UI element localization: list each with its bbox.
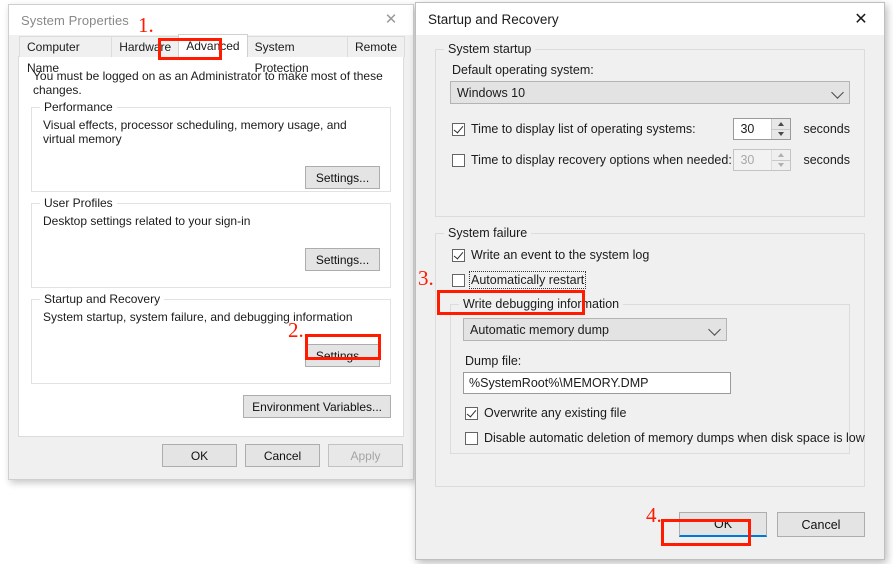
dump-file-label: Dump file: — [465, 354, 522, 368]
startup-recovery-settings-button[interactable]: Settings... — [305, 344, 380, 367]
user-profiles-description: Desktop settings related to your sign-in — [43, 214, 251, 228]
chevron-down-icon — [831, 85, 844, 99]
performance-settings-button[interactable]: Settings... — [305, 166, 380, 189]
tab-computer-name[interactable]: Computer Name — [19, 36, 113, 75]
write-event-row[interactable]: Write an event to the system log — [452, 248, 850, 262]
user-profiles-settings-button[interactable]: Settings... — [305, 248, 380, 271]
system-properties-tabstrip: Computer Name Hardware Advanced System P… — [19, 34, 405, 75]
dump-type-select[interactable]: Automatic memory dump — [463, 318, 727, 341]
system-failure-group-legend: System failure — [444, 226, 532, 240]
overwrite-existing-file-row[interactable]: Overwrite any existing file — [465, 406, 837, 420]
user-profiles-group-legend: User Profiles — [40, 196, 117, 210]
system-properties-footer: OK Cancel Apply — [9, 432, 413, 479]
time-to-display-list-label: Time to display list of operating system… — [471, 122, 696, 136]
automatically-restart-checkbox[interactable] — [452, 273, 465, 287]
tab-remote[interactable]: Remote — [346, 36, 405, 57]
system-properties-dialog: System Properties ✕ Computer Name Hardwa… — [8, 4, 414, 480]
close-icon[interactable]: ✕ — [369, 5, 413, 34]
close-icon[interactable]: ✕ — [838, 3, 884, 34]
startup-recovery-group-legend: Startup and Recovery — [40, 292, 165, 306]
time-to-display-list-units: seconds — [803, 122, 850, 136]
system-properties-ok-button[interactable]: OK — [162, 444, 237, 467]
performance-description: Visual effects, processor scheduling, me… — [43, 118, 347, 146]
tab-hardware[interactable]: Hardware — [111, 36, 180, 57]
startup-recovery-ok-button[interactable]: OK — [679, 512, 767, 537]
system-properties-title: System Properties — [21, 12, 129, 28]
system-startup-group-legend: System startup — [444, 42, 536, 56]
system-failure-group: System failure Write an event to the sys… — [435, 226, 865, 487]
time-to-display-recovery-spinner: 30 — [733, 149, 792, 171]
performance-group-legend: Performance — [40, 100, 117, 114]
write-debugging-information-legend: Write debugging information — [459, 297, 624, 311]
startup-recovery-footer: OK Cancel — [679, 512, 865, 537]
dump-type-value: Automatic memory dump — [470, 322, 609, 337]
default-os-label: Default operating system: — [452, 63, 594, 77]
system-startup-group: System startup Default operating system:… — [435, 42, 865, 217]
tab-system-protection[interactable]: System Protection — [246, 36, 348, 75]
overwrite-existing-file-checkbox[interactable] — [465, 406, 478, 420]
administrator-note: You must be logged on as an Administrato… — [33, 69, 383, 97]
automatically-restart-row[interactable]: Automatically restart — [452, 271, 850, 289]
disable-automatic-deletion-row[interactable]: Disable automatic deletion of memory dum… — [465, 431, 865, 445]
startup-recovery-title: Startup and Recovery — [428, 11, 559, 27]
startup-recovery-cancel-button[interactable]: Cancel — [777, 512, 865, 537]
system-properties-cancel-button[interactable]: Cancel — [245, 444, 320, 467]
time-to-display-list-row[interactable]: Time to display list of operating system… — [452, 118, 850, 140]
startup-recovery-body: System startup Default operating system:… — [416, 35, 884, 559]
startup-recovery-group: Startup and Recovery System startup, sys… — [31, 292, 391, 384]
time-to-display-recovery-value: 30 — [740, 153, 755, 167]
chevron-down-icon — [708, 322, 721, 336]
default-os-value: Windows 10 — [457, 85, 526, 100]
spinner-down-icon — [772, 160, 791, 170]
system-properties-body: Computer Name Hardware Advanced System P… — [9, 34, 413, 467]
advanced-tab-panel: You must be logged on as an Administrato… — [18, 56, 404, 437]
disable-automatic-deletion-checkbox[interactable] — [465, 431, 478, 445]
dump-file-value: %SystemRoot%\MEMORY.DMP — [469, 376, 649, 390]
overwrite-existing-file-label: Overwrite any existing file — [484, 406, 627, 420]
system-properties-titlebar: System Properties ✕ — [9, 5, 413, 35]
time-to-display-list-spinner[interactable]: 30 — [733, 118, 792, 140]
time-to-display-recovery-checkbox[interactable] — [452, 153, 465, 167]
write-event-to-system-log-label: Write an event to the system log — [471, 248, 650, 262]
startup-recovery-titlebar: Startup and Recovery ✕ — [416, 3, 884, 35]
spinner-arrows — [771, 150, 791, 170]
environment-variables-button[interactable]: Environment Variables... — [243, 395, 391, 418]
tab-advanced[interactable]: Advanced — [178, 34, 248, 57]
startup-recovery-description: System startup, system failure, and debu… — [43, 310, 353, 324]
dump-file-input[interactable]: %SystemRoot%\MEMORY.DMP — [463, 372, 731, 394]
time-to-display-list-value: 30 — [740, 122, 755, 136]
time-to-display-recovery-row[interactable]: Time to display recovery options when ne… — [452, 149, 850, 171]
time-to-display-recovery-label: Time to display recovery options when ne… — [471, 153, 732, 167]
write-event-to-system-log-checkbox[interactable] — [452, 248, 465, 262]
spinner-up-icon — [772, 150, 791, 161]
system-properties-apply-button: Apply — [328, 444, 403, 467]
user-profiles-group: User Profiles Desktop settings related t… — [31, 196, 391, 288]
time-to-display-recovery-units: seconds — [803, 153, 850, 167]
spinner-up-icon[interactable] — [772, 119, 791, 130]
time-to-display-list-checkbox[interactable] — [452, 122, 465, 136]
default-os-select[interactable]: Windows 10 — [450, 81, 850, 104]
disable-automatic-deletion-label: Disable automatic deletion of memory dum… — [484, 431, 865, 445]
write-debugging-information-group: Write debugging information Automatic me… — [450, 297, 865, 454]
performance-group: Performance Visual effects, processor sc… — [31, 100, 391, 192]
spinner-down-icon[interactable] — [772, 129, 791, 139]
startup-and-recovery-dialog: Startup and Recovery ✕ System startup De… — [415, 2, 885, 560]
spinner-arrows[interactable] — [771, 119, 791, 139]
automatically-restart-label: Automatically restart — [468, 271, 587, 289]
